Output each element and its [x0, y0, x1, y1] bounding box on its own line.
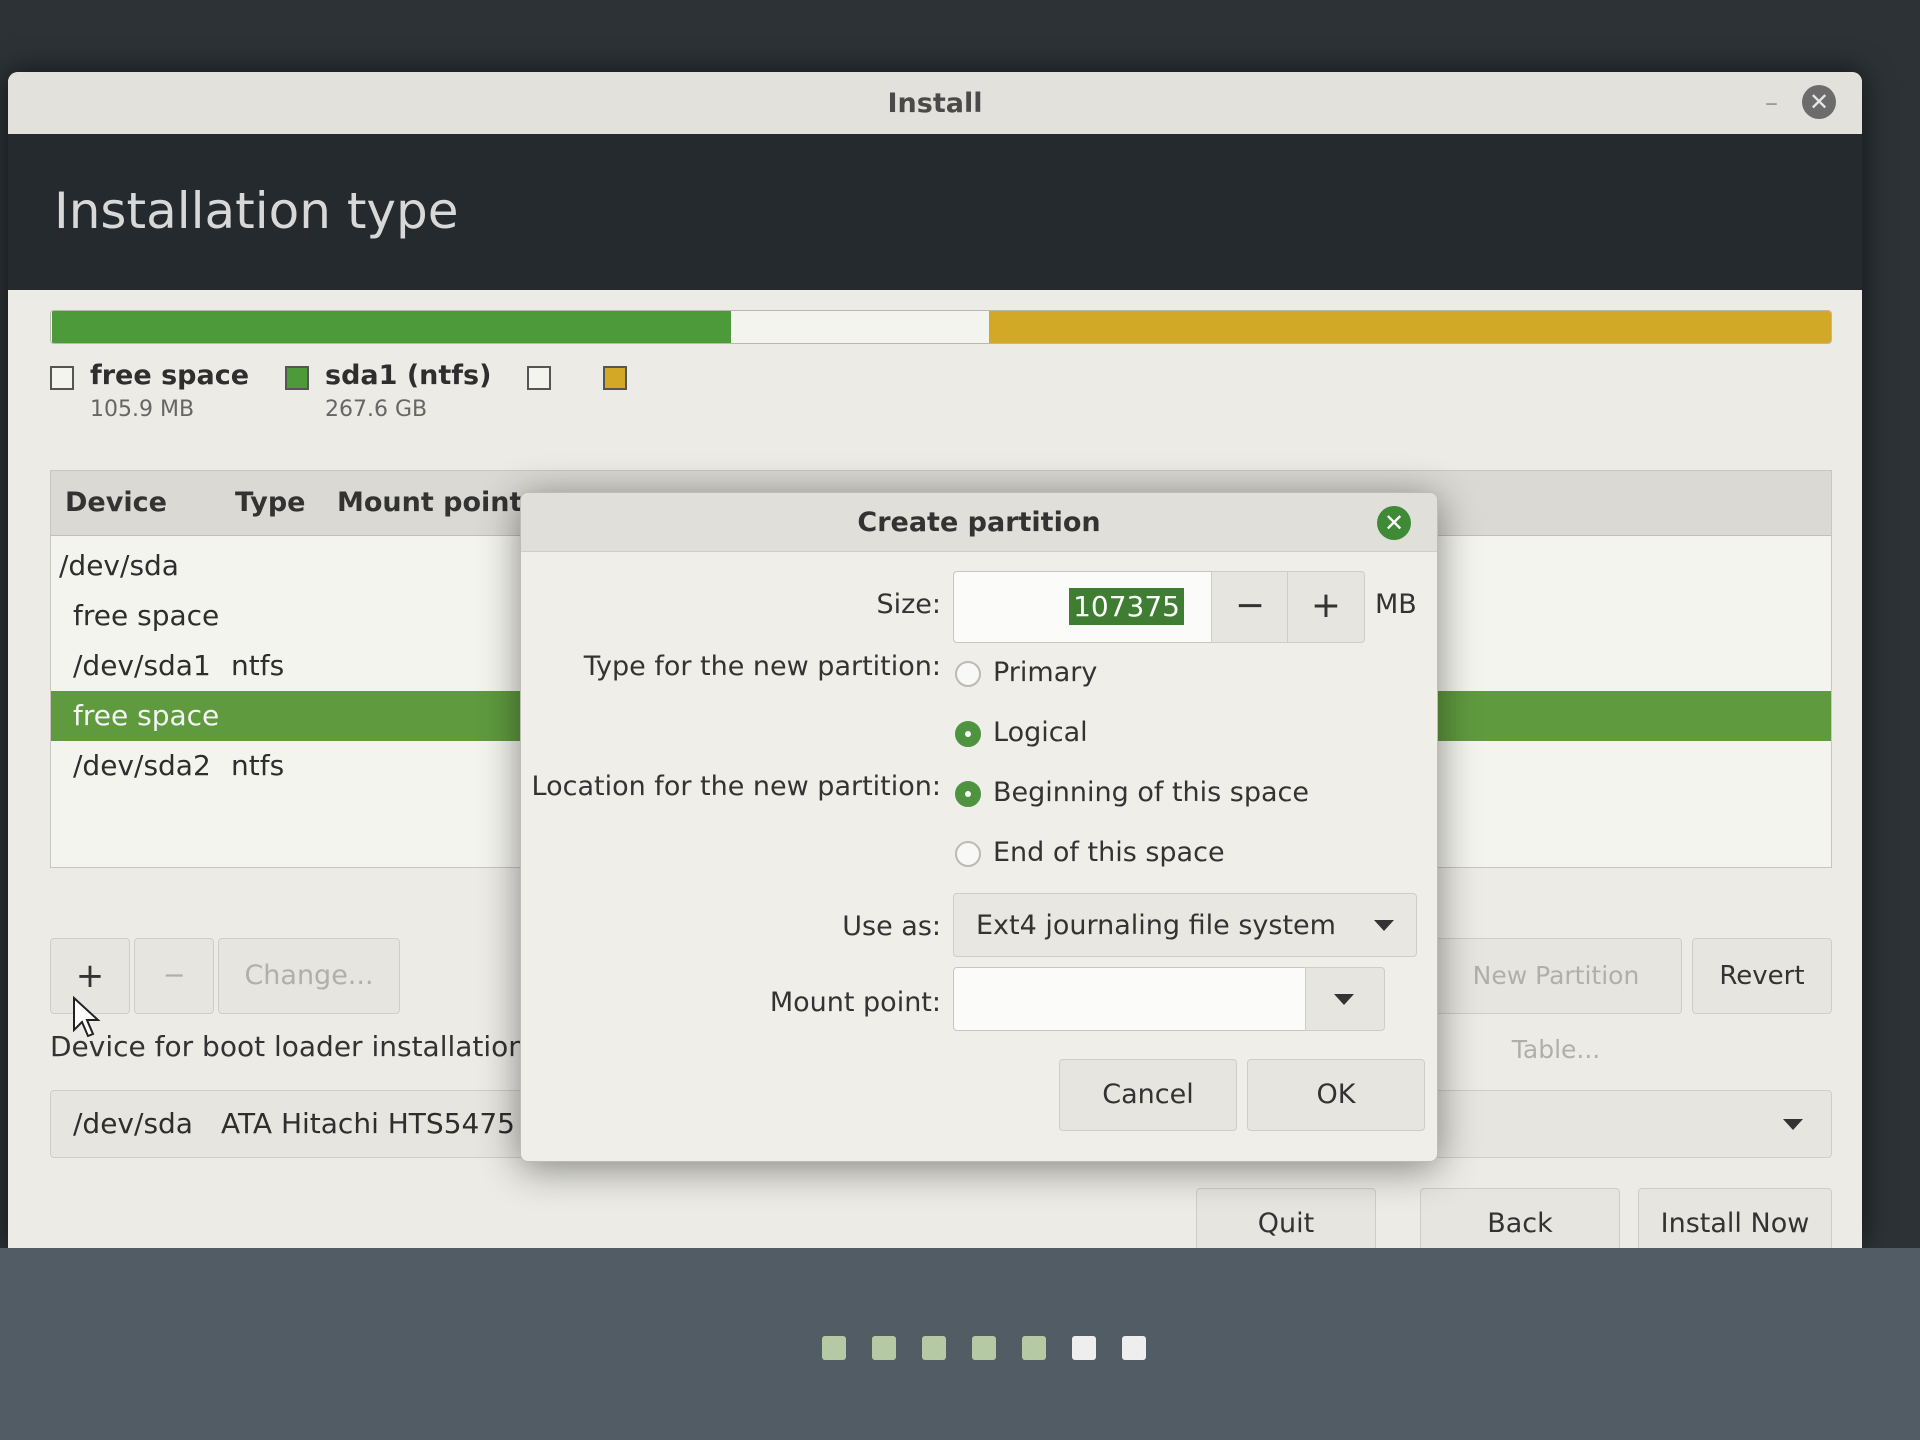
dialog-titlebar: Create partition ✕ [521, 493, 1437, 552]
revert-button[interactable]: Revert [1692, 938, 1832, 1014]
bootloader-label: Device for boot loader installation: [50, 1030, 536, 1063]
progress-footer [0, 1248, 1920, 1440]
back-button[interactable]: Back [1420, 1188, 1620, 1248]
legend-swatch [603, 366, 628, 390]
legend-swatch [285, 366, 310, 390]
change-partition-button[interactable]: Change... [218, 938, 400, 1014]
row-device: /dev/sda2 [73, 749, 211, 782]
installer-window: Install – ✕ Installation type free space… [8, 72, 1862, 1248]
window-titlebar: Install – ✕ [8, 72, 1862, 135]
row-device: /dev/sda1 [73, 649, 211, 682]
type-label: Type for the new partition: [583, 651, 941, 682]
row-device: /dev/sda [59, 549, 179, 582]
chevron-down-icon [1783, 1119, 1803, 1130]
close-icon[interactable]: ✕ [1802, 85, 1836, 119]
use-as-label: Use as: [842, 911, 941, 942]
column-type[interactable]: Type [235, 487, 305, 518]
radio-label: Logical [993, 717, 1088, 748]
radio-checked [955, 781, 981, 807]
mouse-pointer-icon [73, 996, 101, 1038]
size-input[interactable]: 107375 [953, 571, 1213, 643]
ok-button[interactable]: OK [1247, 1059, 1425, 1131]
install-now-button[interactable]: Install Now [1638, 1188, 1832, 1248]
size-value: 107375 [1069, 588, 1184, 625]
chevron-down-icon [1334, 994, 1354, 1005]
row-type: ntfs [231, 749, 285, 782]
progress-dot [1072, 1336, 1096, 1360]
row-type: ntfs [231, 649, 285, 682]
location-label: Location for the new partition: [531, 771, 941, 802]
column-device[interactable]: Device [65, 487, 167, 518]
size-unit: MB [1375, 589, 1417, 620]
size-decrease-button[interactable]: − [1211, 571, 1289, 643]
progress-dot [922, 1336, 946, 1360]
partition-bar-segment [731, 311, 990, 343]
row-device: free space [73, 599, 220, 632]
bootloader-device: /dev/sda [73, 1107, 193, 1140]
page-title: Installation type [54, 182, 459, 240]
legend-item [603, 360, 643, 422]
chevron-down-icon [1374, 920, 1394, 931]
size-increase-button[interactable]: + [1287, 571, 1365, 643]
mount-point-combo[interactable] [953, 967, 1385, 1031]
radio-label: End of this space [993, 837, 1225, 868]
radio-label: Beginning of this space [993, 777, 1309, 808]
size-label: Size: [876, 589, 941, 620]
mount-point-label: Mount point: [769, 987, 941, 1018]
progress-dot [972, 1336, 996, 1360]
dialog-title: Create partition [857, 507, 1101, 538]
bootloader-description: ATA Hitachi HTS5475 [221, 1107, 515, 1140]
radio-unchecked [955, 841, 981, 867]
column-mount-point[interactable]: Mount point [337, 487, 522, 518]
legend-name: free space [90, 360, 250, 391]
page-header: Installation type [8, 134, 1862, 290]
radio-checked [955, 721, 981, 747]
new-partition-table-button[interactable]: New Partition Table... [1430, 938, 1682, 1064]
partition-legend: free space 105.9 MB sda1 (ntfs) 267.6 GB [50, 360, 643, 422]
partition-bar-segment [51, 311, 732, 343]
minimize-button[interactable]: – [1765, 88, 1778, 118]
progress-dots [822, 1336, 1146, 1360]
use-as-value: Ext4 journaling file system [976, 910, 1336, 941]
progress-dot [872, 1336, 896, 1360]
partition-bar [50, 310, 1832, 344]
radio-unchecked [955, 661, 981, 687]
legend-item: sda1 (ntfs) 267.6 GB [285, 360, 491, 422]
legend-item [527, 360, 567, 422]
row-device: free space [73, 699, 220, 732]
legend-swatch [50, 366, 74, 390]
window-title: Install [887, 88, 983, 119]
progress-dot [1022, 1336, 1046, 1360]
cancel-button[interactable]: Cancel [1059, 1059, 1237, 1131]
close-icon[interactable]: ✕ [1377, 506, 1411, 540]
partition-bar-segment [989, 311, 1831, 343]
mount-point-dropdown-button[interactable] [1305, 967, 1385, 1031]
use-as-select[interactable]: Ext4 journaling file system [953, 893, 1417, 957]
legend-name: sda1 (ntfs) [325, 360, 492, 391]
create-partition-dialog: Create partition ✕ Size: 107375 − + MB T… [520, 492, 1438, 1162]
legend-size: 105.9 MB [90, 397, 195, 422]
legend-item: free space 105.9 MB [50, 360, 249, 422]
legend-size: 267.6 GB [325, 397, 428, 422]
legend-swatch [527, 366, 552, 390]
mount-point-input[interactable] [953, 967, 1307, 1031]
radio-label: Primary [993, 657, 1098, 688]
progress-dot [822, 1336, 846, 1360]
quit-button[interactable]: Quit [1196, 1188, 1376, 1248]
progress-dot [1122, 1336, 1146, 1360]
remove-partition-button[interactable]: − [134, 938, 214, 1014]
